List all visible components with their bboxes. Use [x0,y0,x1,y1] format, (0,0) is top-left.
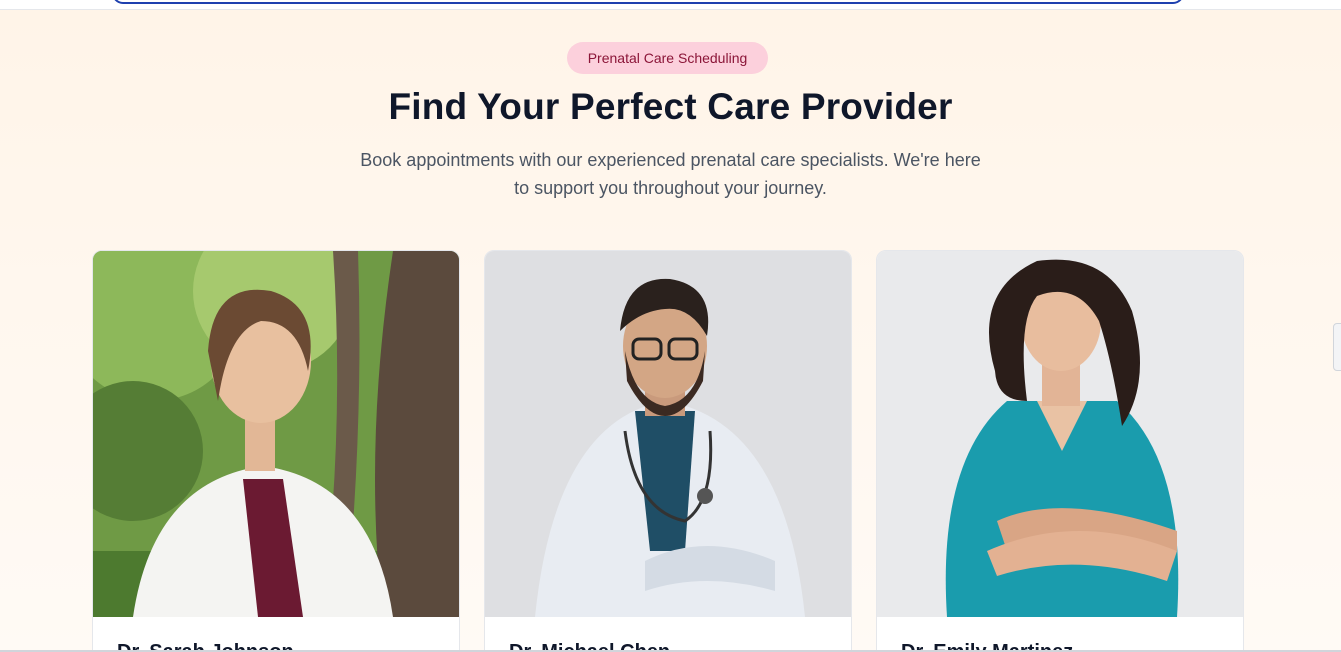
top-navbar-edge [0,0,1341,10]
page-title: Find Your Perfect Care Provider [388,86,953,127]
provider-card[interactable]: Dr. Sarah Johnson [92,250,460,652]
section-badge: Prenatal Care Scheduling [567,42,768,74]
subtitle-line-1: Book appointments with our experienced p… [360,150,981,170]
provider-card[interactable]: Dr. Michael Chen [484,250,852,652]
provider-card[interactable]: Dr. Emily Martinez [876,250,1244,652]
provider-photo [485,251,851,617]
subtitle-line-2: to support you throughout your journey. [514,178,827,198]
feedback-side-tab[interactable] [1333,323,1341,371]
provider-photo [93,251,459,617]
page-subtitle: Book appointments with our experienced p… [330,146,1011,202]
provider-photo [877,251,1243,617]
search-bar-edge[interactable] [112,0,1184,4]
